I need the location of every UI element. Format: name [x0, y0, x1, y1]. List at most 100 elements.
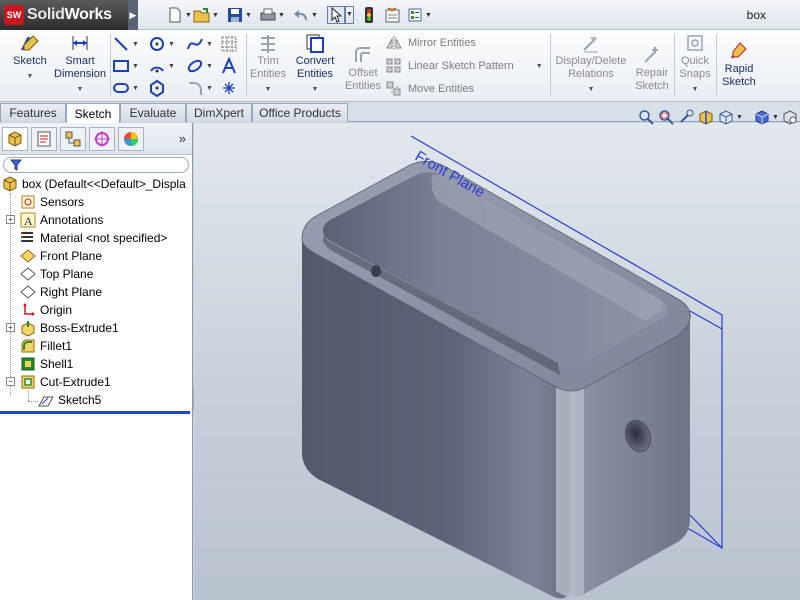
trim-dropdown-arrow[interactable]: ▼ [248, 83, 288, 96]
sketch-dropdown-arrow[interactable]: ▼ [8, 70, 52, 83]
tree-item-annotations[interactable]: A Annotations [20, 211, 103, 229]
quick-snaps-button[interactable]: Quick Snaps ▼ [676, 32, 714, 96]
ribbon-separator [550, 34, 551, 96]
tree-item-fillet1[interactable]: Fillet1 [20, 337, 72, 355]
rectangle-tool[interactable]: ▼ [112, 56, 146, 76]
tree-item-shell1[interactable]: Shell1 [20, 355, 73, 373]
hole-back [371, 265, 381, 277]
app-logo[interactable]: SW SolidWorks [0, 0, 128, 30]
undo-dropdown-arrow[interactable]: ▼ [310, 12, 319, 19]
annotations-expander[interactable]: + [6, 215, 15, 224]
hide-show-items-icon[interactable] [780, 108, 800, 126]
ellipse-tool[interactable]: ▼ [186, 56, 220, 76]
smart-dimension-dropdown-arrow[interactable]: ▼ [52, 83, 108, 96]
open-icon[interactable] [193, 6, 211, 24]
tree-item-front-plane[interactable]: Front Plane [20, 247, 102, 265]
tree-item-label: Top Plane [40, 267, 94, 281]
quick-snaps-dropdown-arrow[interactable]: ▼ [676, 83, 714, 96]
linear-sketch-pattern-button[interactable]: Linear Sketch Pattern ▼ [386, 57, 543, 75]
linear-pattern-dropdown-arrow[interactable]: ▼ [536, 63, 543, 70]
sketch-text-icon [222, 57, 236, 74]
previous-view-icon[interactable] [676, 108, 696, 126]
move-label: Move Entities [408, 83, 475, 95]
display-delete-dropdown-arrow[interactable]: ▼ [552, 83, 630, 96]
rapid-sketch-button[interactable]: Rapid Sketch [718, 40, 760, 89]
rollback-bar[interactable] [0, 411, 190, 414]
save-icon[interactable] [226, 6, 244, 24]
options-dropdown-arrow[interactable]: ▼ [424, 12, 433, 19]
tree-item-sensors[interactable]: Sensors [20, 193, 84, 211]
open-dropdown-arrow[interactable]: ▼ [211, 12, 220, 19]
print-icon[interactable] [259, 6, 277, 24]
offset-entities-button[interactable]: Offset Entities [342, 44, 384, 93]
rebuild-icon[interactable] [360, 6, 378, 24]
options-icon[interactable] [406, 6, 424, 24]
tree-item-cut-extrude1[interactable]: Cut-Extrude1 [20, 373, 111, 391]
tree-item-label: Right Plane [40, 285, 103, 299]
select-dropdown-arrow[interactable]: ▼ [345, 6, 354, 24]
tree-item-right-plane[interactable]: Right Plane [20, 283, 102, 301]
tab-evaluate[interactable]: Evaluate [120, 103, 186, 122]
arc-tool[interactable]: ▼ [148, 56, 182, 76]
zoom-to-fit-icon[interactable] [636, 108, 656, 126]
zoom-to-area-icon[interactable] [656, 108, 676, 126]
tab-dimxpert[interactable]: DimXpert [186, 103, 252, 122]
feature-manager-tab[interactable] [2, 126, 28, 151]
undo-icon[interactable] [292, 6, 310, 24]
fillet-icon [20, 338, 36, 354]
trim-entities-button[interactable]: Trim Entities ▼ [248, 32, 288, 96]
tree-root-part[interactable]: box (Default<<Default>_Displa [2, 175, 186, 193]
convert-entities-button[interactable]: Convert Entities ▼ [290, 32, 340, 96]
slot-tool[interactable]: ▼ [112, 78, 146, 98]
sketch-icon [19, 32, 41, 54]
tree-item-material[interactable]: Material <not specified> [20, 229, 167, 247]
section-view-icon[interactable] [696, 108, 716, 126]
menu-expand-arrow-icon[interactable]: ▶ [128, 0, 138, 30]
boss-extrude-expander[interactable]: + [6, 323, 15, 332]
save-dropdown-arrow[interactable]: ▼ [244, 12, 253, 19]
panel-more-chevron-icon[interactable]: » [179, 131, 186, 146]
tree-item-top-plane[interactable]: Top Plane [20, 265, 93, 283]
dimxpert-manager-tab[interactable] [89, 126, 115, 151]
display-style-dropdown-arrow[interactable]: ▼ [772, 114, 780, 121]
tab-features[interactable]: Features [0, 103, 66, 122]
display-style-icon[interactable] [752, 108, 772, 126]
tree-item-origin[interactable]: Origin [20, 301, 72, 319]
display-manager-tab[interactable] [118, 126, 144, 151]
tab-sketch[interactable]: Sketch [66, 103, 120, 123]
front-plane-edge-front [689, 310, 723, 330]
repair-sketch-button[interactable]: Repair Sketch [632, 44, 672, 93]
view-orientation-dropdown-arrow[interactable]: ▼ [736, 114, 744, 121]
view-orientation-icon[interactable] [716, 108, 736, 126]
tree-item-boss-extrude1[interactable]: Boss-Extrude1 [20, 319, 119, 337]
display-delete-relations-button[interactable]: Display/Delete Relations ▼ [552, 32, 630, 96]
ribbon-separator [674, 34, 675, 96]
feature-tree: box (Default<<Default>_Displa Sensors + … [0, 175, 192, 415]
property-manager-tab[interactable] [31, 126, 57, 151]
fillet-sketch-tool[interactable]: ▼ [186, 78, 220, 98]
select-icon[interactable] [327, 6, 345, 24]
sketch-button[interactable]: Sketch ▼ [8, 32, 52, 83]
polygon-tool[interactable] [148, 78, 182, 98]
cut-extrude-expander[interactable]: − [6, 377, 15, 386]
graphics-area[interactable]: Front Plane [194, 123, 800, 600]
sketch-icon [38, 392, 54, 408]
smart-dimension-button[interactable]: Smart Dimension ▼ [52, 32, 108, 96]
print-dropdown-arrow[interactable]: ▼ [277, 12, 286, 19]
spline-tool[interactable]: ▼ [186, 34, 220, 54]
mirror-entities-button[interactable]: Mirror Entities [386, 34, 476, 52]
convert-dropdown-arrow[interactable]: ▼ [290, 83, 340, 96]
new-document-icon[interactable] [166, 6, 184, 24]
line-tool[interactable]: ▼ [112, 34, 146, 54]
feature-manager-panel: » box (Default<<Default>_Displa Sensors … [0, 123, 193, 600]
new-dropdown-arrow[interactable]: ▼ [184, 12, 193, 19]
move-entities-button[interactable]: Move Entities [386, 80, 474, 98]
configuration-manager-icon [65, 131, 81, 146]
tab-office-products[interactable]: Office Products [252, 103, 348, 122]
plane-icon [20, 266, 36, 282]
circle-tool[interactable]: ▼ [148, 34, 182, 54]
tree-filter-input[interactable] [3, 157, 189, 173]
configuration-manager-tab[interactable] [60, 126, 86, 151]
tree-item-sketch5[interactable]: Sketch5 [38, 391, 101, 409]
file-properties-icon[interactable] [384, 6, 402, 24]
